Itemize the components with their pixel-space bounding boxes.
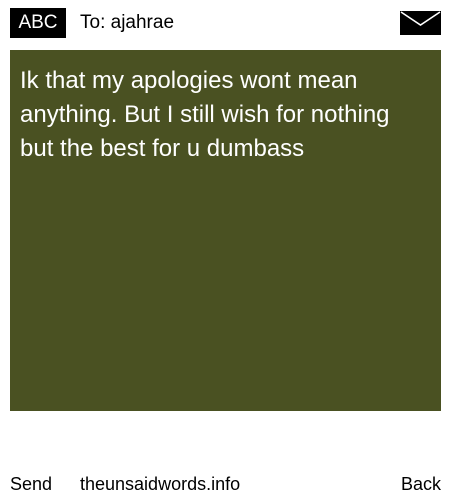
back-button[interactable]: Back: [401, 470, 441, 498]
message-body[interactable]: Ik that my apologies wont mean anything.…: [10, 50, 441, 411]
message-text: Ik that my apologies wont mean anything.…: [20, 67, 390, 162]
recipient-label: To: ajahrae: [80, 12, 175, 33]
send-button[interactable]: Send: [10, 470, 52, 498]
envelope-icon: [400, 11, 441, 35]
site-link[interactable]: theunsaidwords.info: [80, 470, 240, 498]
footer-bar: Send theunsaidwords.info Back: [0, 470, 450, 498]
input-mode-badge[interactable]: ABC: [10, 8, 66, 38]
message-header: ABC To: ajahrae: [0, 0, 450, 46]
